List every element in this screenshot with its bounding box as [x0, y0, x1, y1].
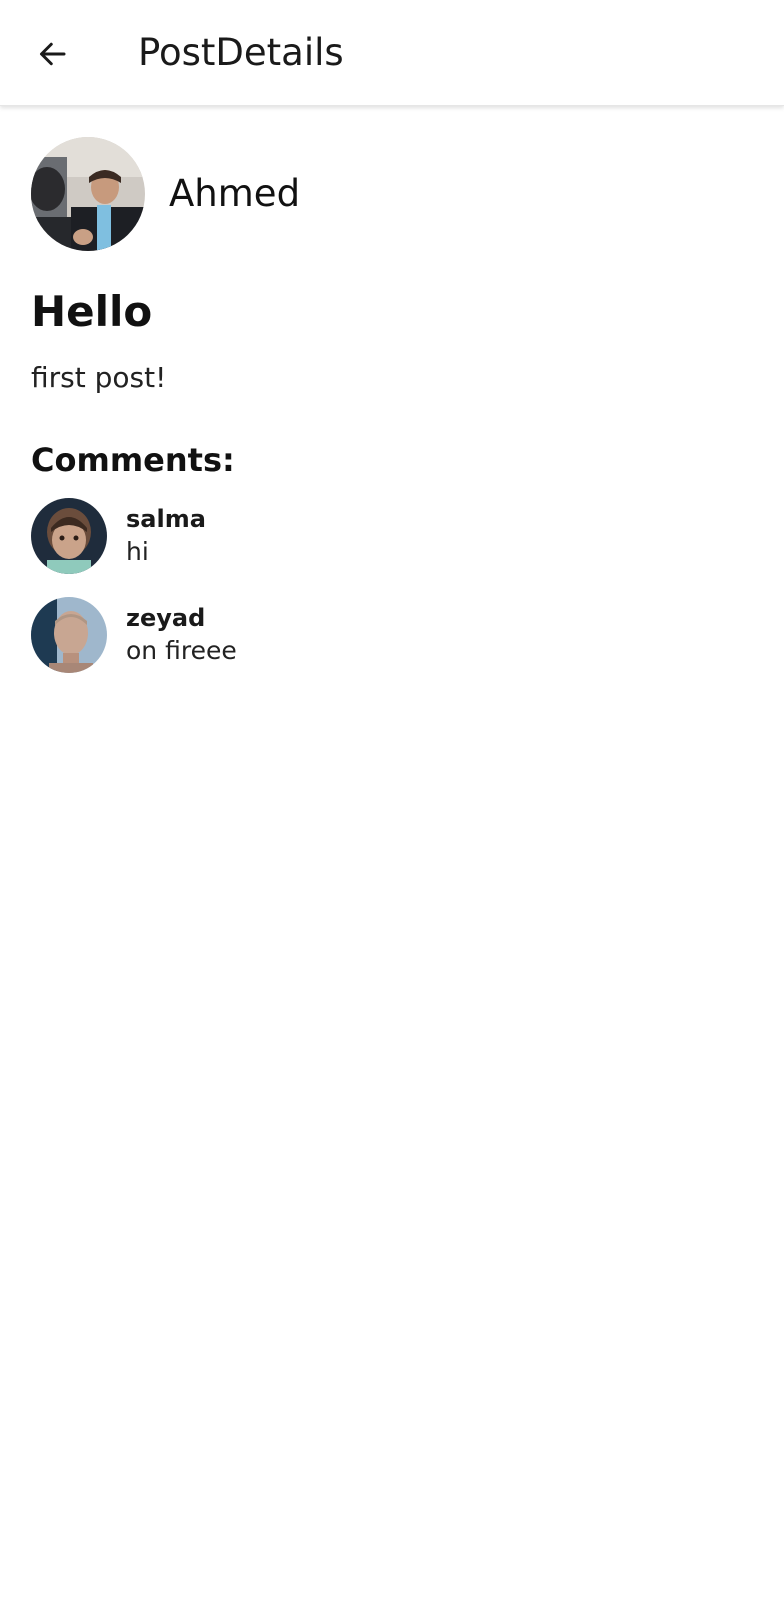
back-button[interactable] [24, 26, 80, 82]
comment-avatar[interactable] [31, 498, 107, 574]
comment-author: zeyad [126, 604, 206, 632]
comment-item: zeyad on fireee [31, 597, 751, 673]
comment-avatar[interactable] [31, 597, 107, 673]
comments-list: salma hi zeyad on fireee [31, 498, 751, 696]
avatar-photo [31, 498, 107, 574]
arrow-left-icon [40, 42, 66, 66]
comment-author: salma [126, 505, 206, 533]
author-avatar[interactable] [31, 137, 145, 251]
post-author: Ahmed [31, 137, 300, 251]
comment-text: zeyad on fireee [126, 602, 237, 668]
comments-heading: Comments: [31, 441, 235, 479]
avatar-photo [31, 597, 107, 673]
comment-body: hi [126, 537, 149, 566]
app-bar: PostDetails [0, 0, 784, 106]
comment-body: on fireee [126, 636, 237, 665]
comment-item: salma hi [31, 498, 751, 574]
post-title: Hello [31, 287, 153, 336]
comment-text: salma hi [126, 503, 206, 569]
post-body: first post! [31, 361, 167, 394]
author-name: Ahmed [169, 172, 301, 215]
page-title: PostDetails [138, 31, 344, 74]
avatar-photo [31, 137, 145, 251]
